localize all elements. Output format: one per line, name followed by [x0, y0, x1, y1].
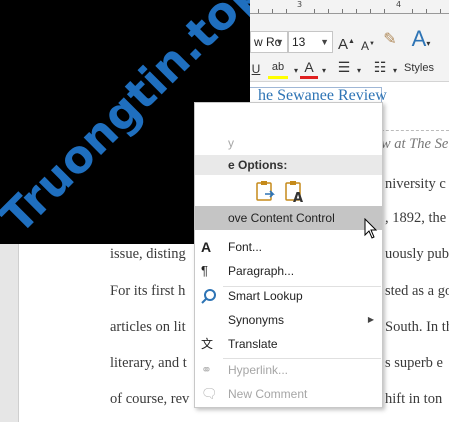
- synonyms-item[interactable]: Synonyms ▶: [195, 308, 382, 332]
- chevron-down-icon[interactable]: ▼: [320, 32, 329, 52]
- ruler-number: 4: [396, 0, 402, 9]
- styles-label[interactable]: Styles: [404, 62, 434, 74]
- chevron-down-icon[interactable]: ▼: [275, 32, 284, 52]
- hyperlink-item[interactable]: ⚭ Hyperlink...: [195, 358, 382, 382]
- doc-line: articles on lit: [110, 319, 186, 335]
- chevron-down-icon[interactable]: ▾: [292, 62, 300, 80]
- underline-icon[interactable]: U: [250, 60, 262, 78]
- new-comment-item[interactable]: 🗨 New Comment: [195, 382, 382, 406]
- italic-subtitle: w at The Se: [381, 136, 449, 152]
- doc-line: hift in ton: [385, 391, 443, 407]
- font-color-icon[interactable]: A: [300, 58, 318, 79]
- doc-line: of course, rev: [110, 391, 190, 407]
- numbering-icon[interactable]: ☷: [370, 58, 390, 76]
- paste-options-header: e Options:: [195, 155, 382, 175]
- font-name-box[interactable]: w Ro ▼: [250, 31, 288, 53]
- horizontal-ruler[interactable]: 3 4: [250, 0, 449, 14]
- smart-lookup-item[interactable]: Smart Lookup: [195, 284, 382, 308]
- menu-item-label: y: [228, 136, 234, 150]
- doc-line: issue, disting: [110, 246, 186, 262]
- font-icon: A: [201, 239, 212, 255]
- doc-line: sted as a go: [385, 283, 449, 299]
- doc-line: literary, and t: [110, 355, 187, 371]
- clear-formatting-icon[interactable]: ✎: [380, 31, 400, 49]
- styles-gallery-icon[interactable]: A▾: [407, 28, 435, 53]
- cursor-arrow-icon: [364, 218, 378, 239]
- doc-line: s superb e: [385, 355, 443, 371]
- remove-content-control-item[interactable]: ove Content Control: [195, 206, 382, 230]
- shrink-font-icon[interactable]: A▼: [360, 35, 376, 55]
- menu-item-label: New Comment: [228, 387, 308, 401]
- ruler-number: 3: [297, 0, 303, 9]
- highlight-color-icon[interactable]: ab: [268, 58, 288, 79]
- font-size-box[interactable]: 13 ▼: [288, 31, 333, 53]
- menu-item-label: ove Content Control: [228, 211, 335, 225]
- menu-item-label: Font...: [228, 240, 263, 254]
- paste-text-only-icon[interactable]: A: [284, 180, 306, 206]
- font-item[interactable]: A Font...: [195, 235, 382, 259]
- menu-item-label: Hyperlink...: [228, 363, 289, 377]
- chevron-down-icon[interactable]: ▾: [355, 62, 363, 80]
- translate-icon: 文: [201, 337, 214, 351]
- bullets-icon[interactable]: ☰: [334, 58, 354, 76]
- menu-item-faded: y: [195, 131, 382, 155]
- paragraph-item[interactable]: ¶ Paragraph...: [195, 259, 382, 283]
- doc-line: For its first h: [110, 283, 186, 299]
- context-menu: y e Options: A ove Content Control A Fon…: [194, 102, 383, 408]
- menu-item-label: Smart Lookup: [228, 289, 303, 303]
- doc-line: uously pub: [385, 246, 449, 262]
- font-size-value: 13: [292, 35, 306, 49]
- grow-font-icon[interactable]: A▲: [338, 33, 355, 54]
- svg-text:A: A: [293, 191, 303, 204]
- search-icon: [201, 288, 217, 304]
- paste-options-label: e Options:: [228, 158, 288, 172]
- paste-merge-formatting-icon[interactable]: [255, 180, 277, 204]
- menu-item-label: Synonyms: [228, 313, 285, 327]
- comment-icon: 🗨: [201, 386, 218, 401]
- doc-line: , 1892, the: [385, 210, 447, 226]
- paragraph-icon: ¶: [201, 263, 208, 278]
- chevron-down-icon[interactable]: ▾: [320, 62, 328, 80]
- chevron-down-icon[interactable]: ▾: [391, 62, 399, 80]
- doc-line: niversity c: [385, 176, 446, 192]
- translate-item[interactable]: 文 Translate: [195, 332, 382, 356]
- menu-item-label: Paragraph...: [228, 264, 295, 278]
- menu-item-label: Translate: [228, 337, 278, 351]
- link-icon: ⚭: [201, 362, 212, 377]
- chevron-right-icon: ▶: [367, 315, 374, 324]
- doc-line: South. In th: [385, 319, 449, 335]
